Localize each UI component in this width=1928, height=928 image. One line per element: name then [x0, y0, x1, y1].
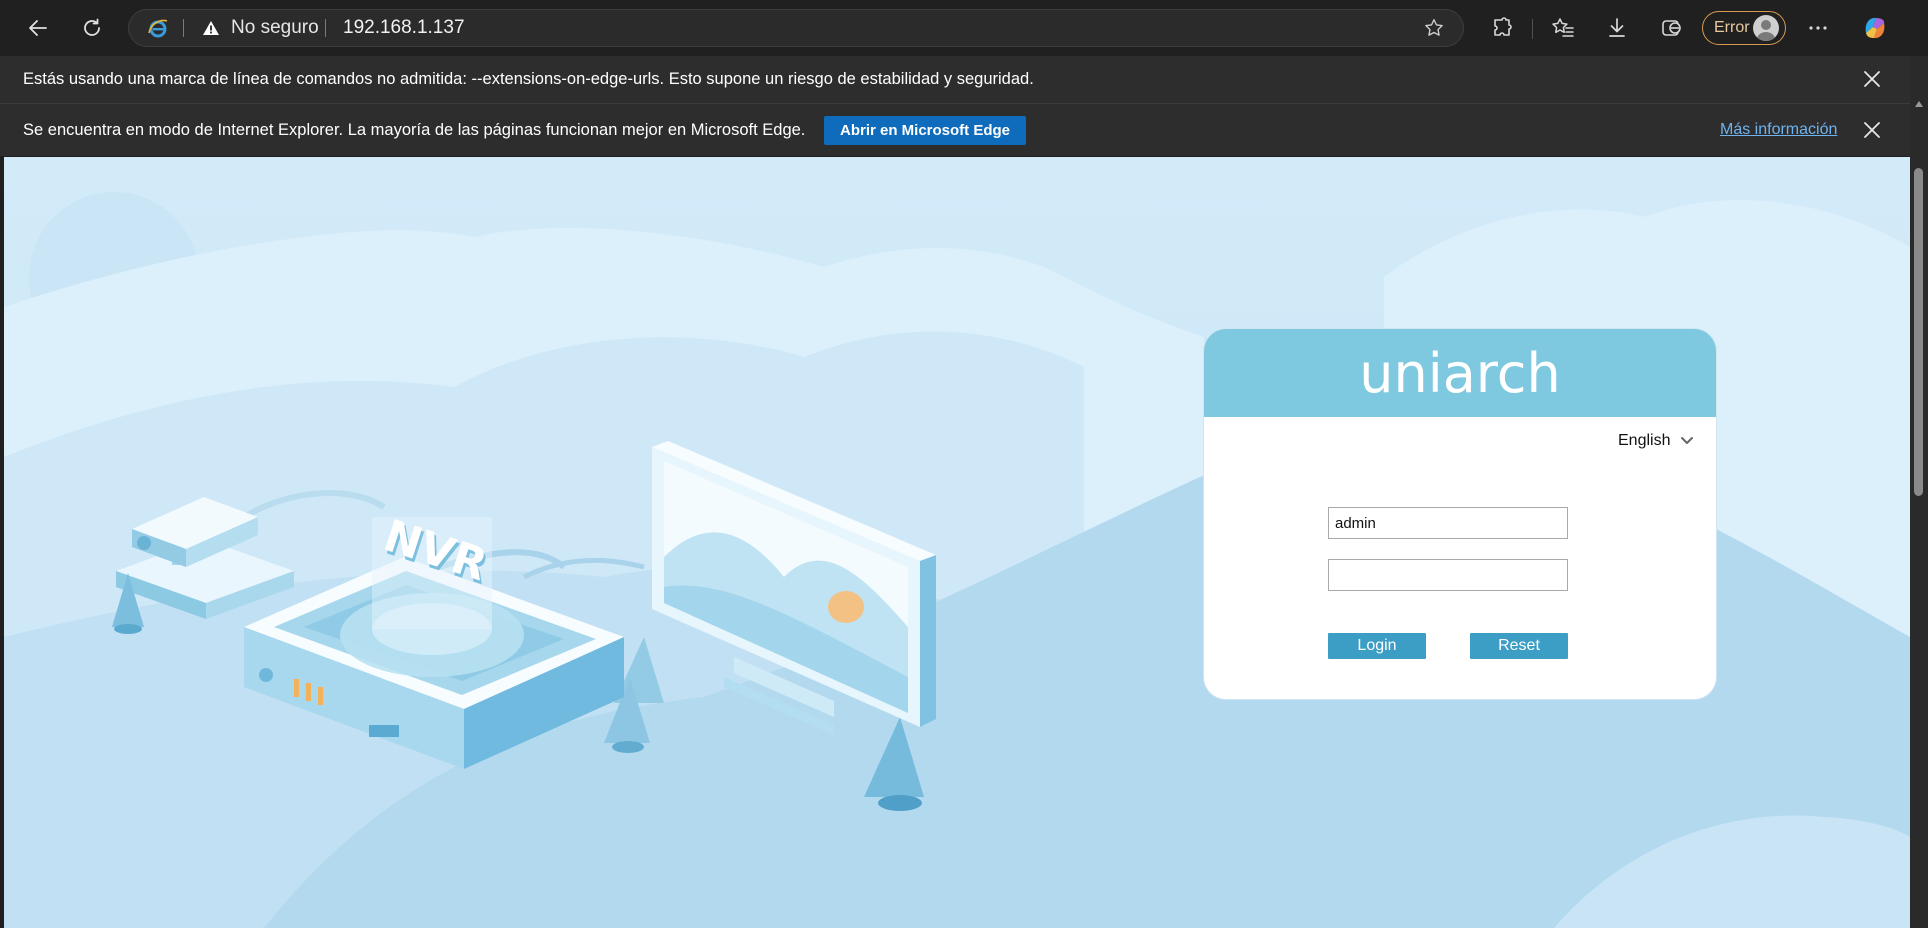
ie-mode-icon	[1662, 20, 1681, 36]
reset-button[interactable]: Reset	[1470, 633, 1568, 659]
more-dots-icon	[1809, 26, 1827, 30]
ie-mode-infobar: Se encuentra en modo de Internet Explore…	[0, 104, 1910, 156]
browser-toolbar: No seguro 192.168.1.137 Error	[0, 0, 1928, 56]
back-arrow-icon	[29, 20, 47, 36]
address-separator	[183, 19, 184, 37]
ie-mode-button[interactable]	[1652, 8, 1692, 48]
favorite-star-icon[interactable]	[1423, 10, 1445, 46]
scrollbar-thumb[interactable]	[1914, 168, 1923, 496]
profile-error-label: Error	[1714, 19, 1750, 36]
internet-explorer-icon	[147, 10, 169, 46]
toolbar-separator	[1532, 19, 1533, 39]
settings-menu-button[interactable]	[1798, 8, 1838, 48]
unsupported-flag-infobar: Estás usando una marca de línea de coman…	[0, 56, 1910, 104]
profile-button[interactable]: Error	[1702, 11, 1786, 45]
chevron-down-icon	[1681, 437, 1694, 444]
language-select[interactable]: English	[1618, 429, 1694, 453]
login-panel: uniarch English Login Reset	[1204, 329, 1716, 699]
refresh-icon	[84, 18, 100, 36]
extensions-button[interactable]	[1482, 8, 1522, 48]
security-status-label[interactable]: No seguro	[231, 10, 319, 46]
address-bar[interactable]: No seguro 192.168.1.137	[128, 9, 1464, 47]
nvr-login-page: NVR uniarch English Login Reset	[4, 157, 1910, 928]
copilot-icon	[1865, 17, 1885, 39]
back-button[interactable]	[18, 8, 58, 48]
person-icon	[1756, 20, 1776, 41]
ie-mode-message: Se encuentra en modo de Internet Explore…	[23, 121, 806, 139]
copilot-button[interactable]	[1855, 8, 1895, 48]
warning-icon[interactable]	[202, 10, 220, 46]
password-field[interactable]	[1328, 559, 1568, 591]
close-icon	[1864, 71, 1880, 87]
url-text[interactable]: 192.168.1.137	[343, 10, 465, 46]
favorites-star-icon	[1552, 18, 1574, 37]
close-flag-infobar-button[interactable]	[1858, 65, 1886, 93]
brand-logo: uniarch	[1359, 342, 1561, 405]
page-scrollbar[interactable]	[1910, 56, 1928, 928]
scroll-up-arrow-icon[interactable]	[1914, 100, 1924, 108]
downloads-button[interactable]	[1597, 8, 1637, 48]
unsupported-flag-message: Estás usando una marca de línea de coman…	[23, 70, 1034, 88]
refresh-button[interactable]	[72, 8, 112, 48]
open-in-edge-button[interactable]: Abrir en Microsoft Edge	[824, 116, 1026, 145]
close-ie-infobar-button[interactable]	[1858, 116, 1886, 144]
more-info-link[interactable]: Más información	[1720, 104, 1837, 156]
puzzle-icon	[1494, 17, 1512, 36]
download-icon	[1609, 18, 1625, 37]
avatar	[1753, 15, 1779, 41]
username-field[interactable]	[1328, 507, 1568, 539]
close-icon	[1864, 122, 1880, 138]
login-header: uniarch	[1204, 329, 1716, 417]
language-selected-value: English	[1618, 432, 1671, 449]
address-separator	[325, 19, 326, 37]
favorites-button[interactable]	[1543, 8, 1583, 48]
login-button[interactable]: Login	[1328, 633, 1426, 659]
